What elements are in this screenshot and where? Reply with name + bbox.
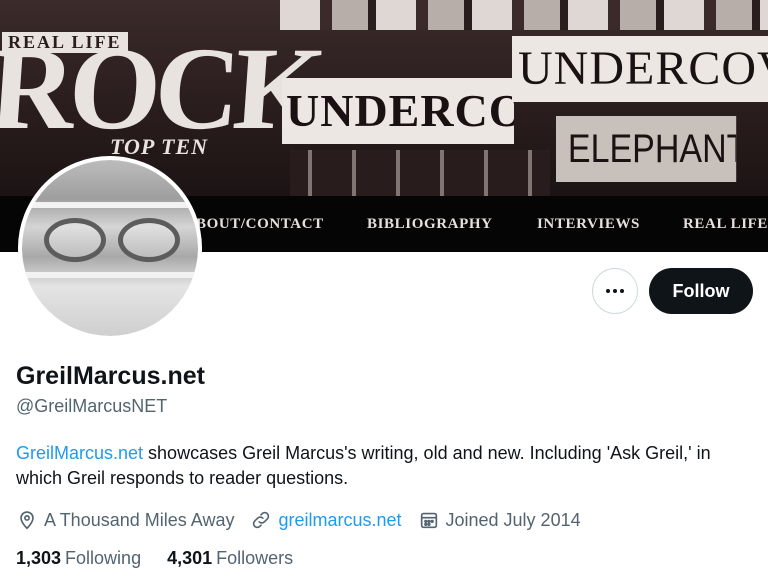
display-name: GreilMarcus.net [16, 362, 205, 390]
more-options-button[interactable] [592, 268, 638, 314]
profile-avatar[interactable] [18, 156, 202, 340]
followers-label: Followers [216, 548, 294, 568]
banner-real-life-text: REAL LIFE [2, 32, 128, 53]
banner-decor-strip [280, 0, 768, 30]
followers-count-link[interactable]: 4,301 Followers [167, 548, 293, 569]
followers-count: 4,301 [167, 548, 213, 568]
following-count-link[interactable]: 1,303 Following [16, 548, 141, 569]
banner-nav-real-life: REAL LIFE [683, 216, 768, 232]
calendar-icon [420, 512, 437, 529]
joined-item: Joined July 2014 [418, 509, 581, 531]
link-icon [253, 511, 270, 529]
follow-button[interactable]: Follow [649, 268, 753, 314]
profile-bio: GreilMarcus.net showcases Greil Marcus's… [16, 441, 736, 491]
avatar-photo [22, 160, 198, 336]
banner-top-ten-text: TOP TEN [110, 134, 209, 159]
bio-link[interactable]: GreilMarcus.net [16, 443, 143, 463]
more-horizontal-icon [606, 289, 624, 293]
avatar-glasses-left [44, 218, 106, 262]
joined-text: Joined July 2014 [445, 509, 581, 530]
banner-decor-stripes [290, 150, 550, 196]
location-item: A Thousand Miles Away [16, 509, 234, 531]
follow-counts: 1,303 Following 4,301 Followers [16, 548, 319, 569]
profile-meta: A Thousand Miles Away greilmarcus.net Jo… [16, 508, 597, 532]
banner-nav-about: BOUT/CONTACT [196, 216, 324, 232]
banner-undercover-sign: UNDERCOV [282, 78, 514, 144]
location-pin-icon [20, 511, 34, 530]
banner-nav-interviews: INTERVIEWS [537, 216, 641, 232]
location-text: A Thousand Miles Away [44, 509, 235, 530]
website-link[interactable]: greilmarcus.net [278, 510, 401, 531]
website-item: greilmarcus.net [250, 509, 402, 531]
avatar-band [22, 202, 198, 208]
following-count: 1,303 [16, 548, 62, 568]
avatar-glasses-right [118, 218, 180, 262]
avatar-band [22, 272, 198, 278]
following-label: Following [65, 548, 142, 568]
user-handle: @GreilMarcusNET [16, 396, 168, 416]
banner-undercover-sign-right: UNDERCOV [512, 36, 768, 102]
banner-elephant-sign: ELEPHANT D [556, 116, 737, 182]
banner-nav-bibliography: BIBLIOGRAPHY [367, 216, 493, 232]
